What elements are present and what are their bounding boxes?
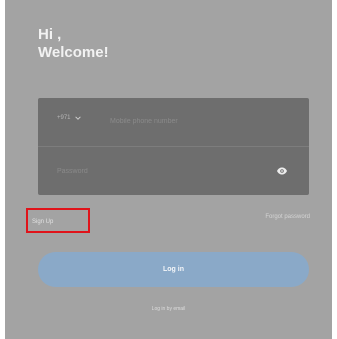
sign-up-link[interactable]: Sign Up [26, 208, 90, 233]
greeting: Hi , Welcome! [38, 26, 109, 62]
country-code-selector[interactable]: +971 [57, 115, 81, 121]
login-screen: Hi , Welcome! +971 Sign Up Forgot passwo… [5, 0, 332, 339]
phone-input[interactable] [110, 115, 280, 127]
chevron-down-icon [74, 116, 81, 120]
email-login-link[interactable]: Log in by email [5, 306, 332, 312]
welcome-title: Welcome! [38, 44, 109, 61]
password-row [38, 147, 309, 195]
eye-icon[interactable] [276, 165, 288, 177]
forgot-password-link[interactable]: Forgot password [265, 214, 310, 220]
login-form: +971 [38, 98, 309, 195]
login-button[interactable]: Log in [38, 252, 309, 287]
phone-row: +971 [38, 98, 309, 146]
country-code: +971 [57, 115, 71, 121]
greeting-line-1: Hi , [38, 26, 62, 43]
links-row: Sign Up Forgot password [5, 207, 332, 233]
password-input[interactable] [57, 165, 257, 177]
